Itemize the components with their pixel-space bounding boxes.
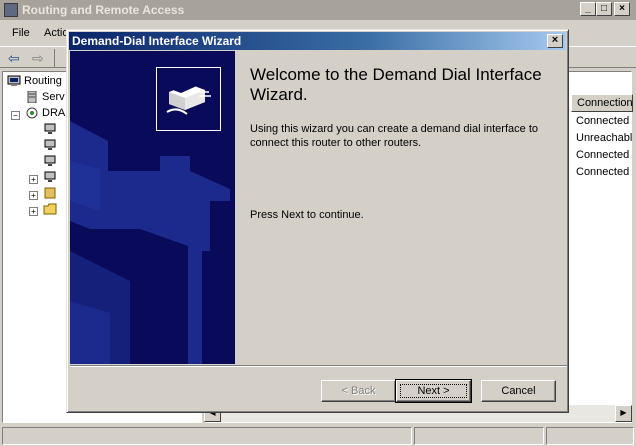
app-icon [4, 3, 18, 17]
router-icon [25, 107, 39, 119]
tree-item-routing[interactable]: Routing [7, 75, 62, 91]
tree-expand-toggle[interactable]: + [29, 175, 38, 184]
close-button[interactable]: × [614, 2, 630, 16]
wizard-dialog: Demand-Dial Interface Wizard × Welcome t… [66, 29, 569, 413]
wizard-titlebar: Demand-Dial Interface Wizard × [69, 32, 566, 50]
toolbar-separator [54, 49, 55, 67]
tree-item-server-status[interactable]: Serv [25, 90, 65, 107]
tree-item-label: Routing [24, 75, 62, 87]
minimize-button[interactable]: _ [580, 2, 596, 16]
back-button[interactable]: < Back [321, 380, 396, 402]
status-cell-2 [414, 427, 544, 445]
wizard-description: Using this wizard you can create a deman… [250, 123, 538, 149]
network-interface-icon [43, 123, 57, 135]
folder-icon [43, 203, 57, 215]
list-item[interactable]: Connected [576, 166, 629, 178]
tree-expand-toggle[interactable]: + [29, 191, 38, 200]
cancel-button[interactable]: Cancel [481, 380, 556, 402]
tree-item-dra[interactable]: DRA [25, 107, 65, 123]
wizard-modem-icon [156, 67, 221, 131]
computer-icon [7, 75, 21, 87]
list-item[interactable]: Connected [576, 115, 629, 127]
main-window-titlebar: Routing and Remote Access _ □ × [0, 0, 636, 20]
tree-item-child-2[interactable] [43, 139, 60, 155]
menu-action[interactable]: Actio [44, 27, 68, 39]
forward-arrow-icon[interactable]: ⇨ [32, 51, 44, 65]
main-window-title: Routing and Remote Access [22, 3, 185, 17]
wizard-close-button[interactable]: × [547, 34, 563, 48]
list-item[interactable]: Unreachabl [576, 132, 632, 144]
tree-item-label: Serv [42, 91, 65, 103]
scroll-right-icon[interactable]: ▶ [615, 405, 632, 422]
tree-item-child-5[interactable] [43, 187, 60, 203]
status-cell-main [2, 427, 412, 445]
next-button[interactable]: Next > [395, 379, 472, 403]
tree-item-child-6[interactable] [43, 203, 60, 219]
tree-item-child-1[interactable] [43, 123, 60, 139]
list-item[interactable]: Connected [576, 149, 629, 161]
wizard-continue-hint: Press Next to continue. [250, 209, 364, 221]
status-bar [0, 425, 636, 446]
tree-expand-toggle[interactable]: + [29, 207, 38, 216]
wizard-heading: Welcome to the Demand Dial Interface Wiz… [250, 65, 542, 104]
policy-icon [43, 187, 57, 199]
column-header-connection[interactable]: Connection [571, 94, 633, 112]
wizard-title: Demand-Dial Interface Wizard [72, 34, 242, 48]
tree-item-label: DRA [42, 107, 66, 119]
tree-item-child-3[interactable] [43, 155, 60, 171]
menu-file[interactable]: File [12, 27, 30, 39]
tree-collapse-toggle[interactable]: − [11, 111, 20, 120]
network-interface-icon [43, 171, 57, 183]
focus-rectangle [400, 384, 467, 398]
wizard-banner [70, 51, 235, 364]
maximize-button[interactable]: □ [596, 2, 612, 16]
network-interface-icon [43, 155, 57, 167]
status-cell-3 [546, 427, 634, 445]
tree-item-child-4[interactable] [43, 171, 60, 187]
back-arrow-icon[interactable]: ⇦ [8, 51, 20, 65]
server-icon [25, 90, 39, 104]
network-interface-icon [43, 139, 57, 151]
wizard-content: Welcome to the Demand Dial Interface Wiz… [235, 51, 567, 364]
wizard-separator [70, 365, 567, 367]
